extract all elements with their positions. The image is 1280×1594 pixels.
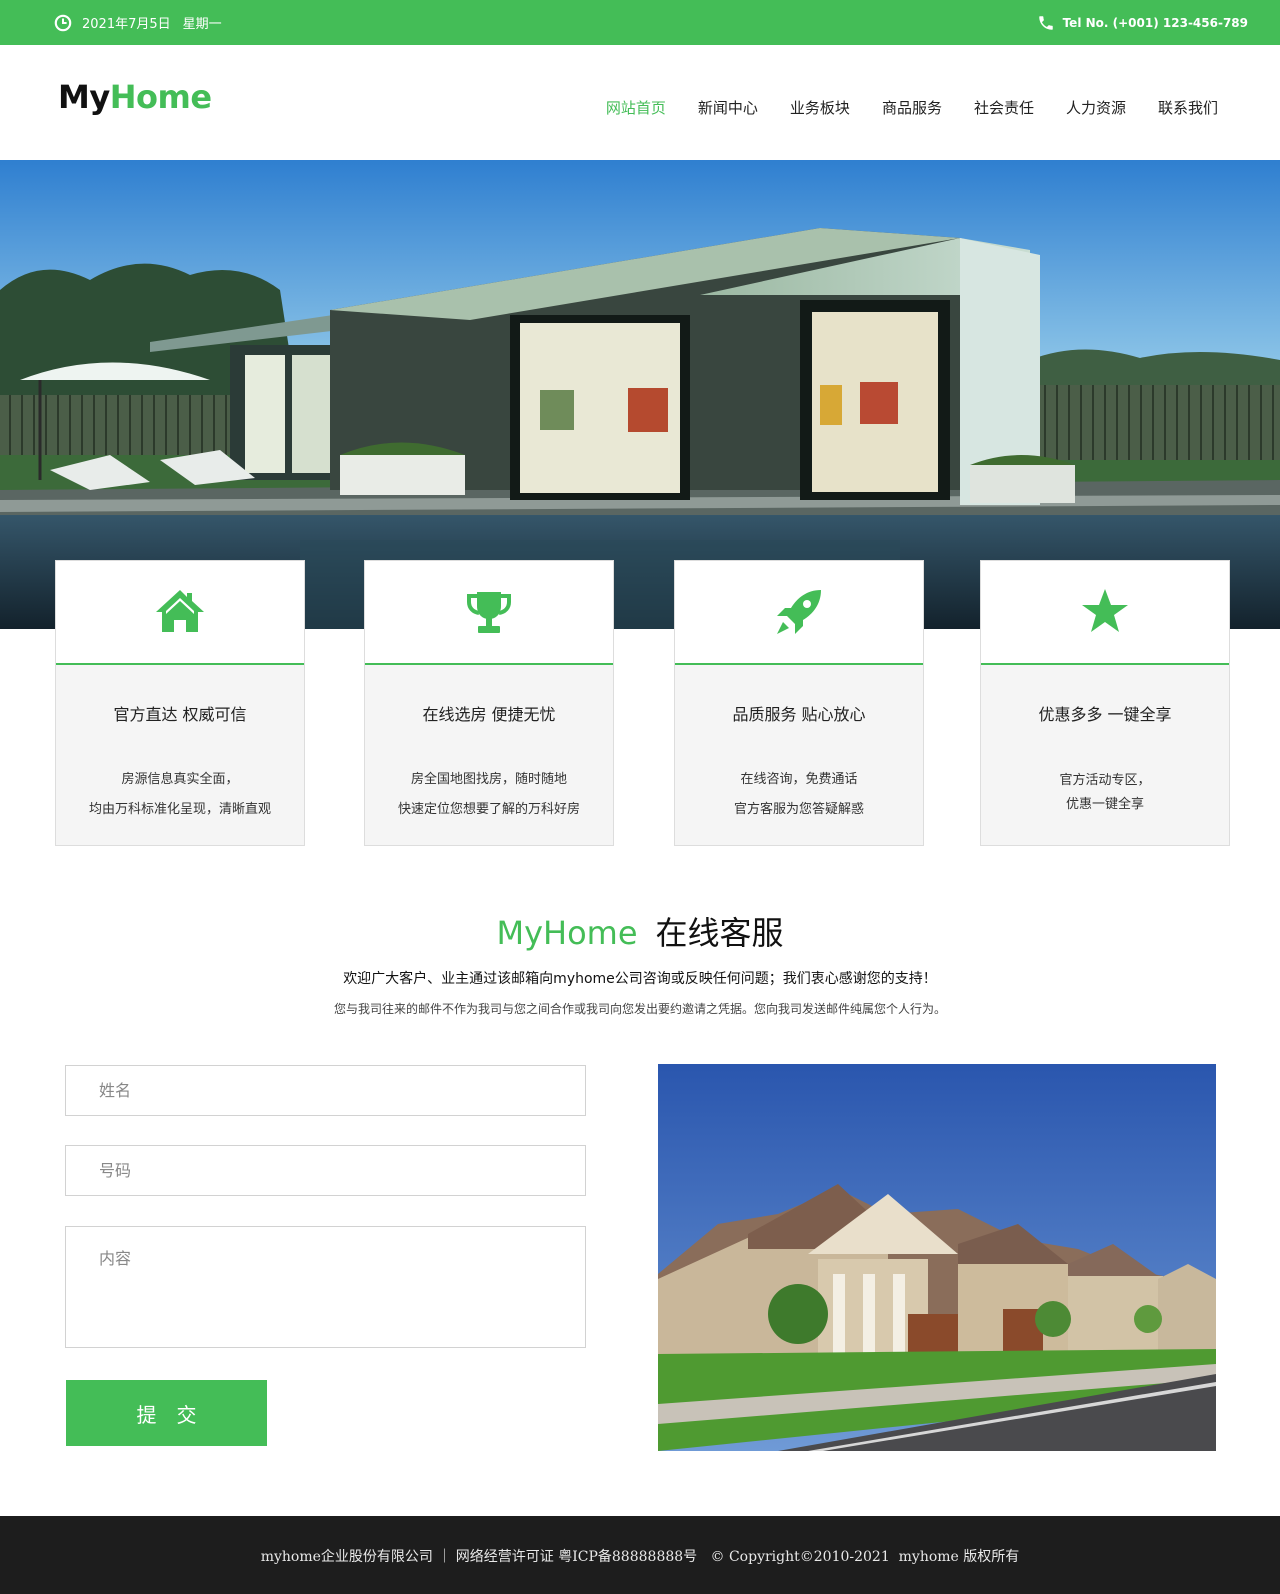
main-nav: 网站首页 新闻中心 业务板块 商品服务 社会责任 人力资源 联系我们 <box>606 97 1218 118</box>
feature-description-line: 房源信息真实全面， <box>121 772 239 787</box>
content-textarea[interactable] <box>65 1226 586 1348</box>
site-footer: myhome企业股份有限公司 ｜ 网络经营许可证 粤ICP备88888888号 … <box>0 1516 1280 1594</box>
service-title-text: 在线客服 <box>655 914 784 952</box>
site-header: MyHome 网站首页 新闻中心 业务板块 商品服务 社会责任 人力资源 联系我… <box>0 45 1280 160</box>
nav-item-business[interactable]: 业务板块 <box>790 97 850 118</box>
house-photo <box>658 1064 1216 1451</box>
nav-item-products[interactable]: 商品服务 <box>882 97 942 118</box>
rocket-icon <box>777 590 821 634</box>
home-icon <box>156 590 204 632</box>
hero-banner <box>0 160 1280 629</box>
feature-description-line: 快速定位您想要了解的万科好房 <box>397 802 580 817</box>
date-display: 2021年7月5日 星期一 <box>54 13 222 32</box>
feature-card-discounts[interactable]: 优惠多多 一键全享 官方活动专区， 优惠一键全享 <box>980 560 1230 846</box>
feature-description-line: 官方客服为您答疑解惑 <box>733 802 864 817</box>
feature-icon-area <box>675 561 923 665</box>
feature-title: 优惠多多 一键全享 <box>1038 705 1172 724</box>
trophy-icon <box>467 592 511 633</box>
tel-display: Tel No. (+001) 123-456-789 <box>1037 14 1248 32</box>
feature-description: 房全国地图找房，随时随地 快速定位您想要了解的万科好房 <box>365 765 613 825</box>
nav-item-hr[interactable]: 人力资源 <box>1066 97 1126 118</box>
feature-card-official[interactable]: 官方直达 权威可信 房源信息真实全面， 均由万科标准化呈现，清晰直观 <box>55 560 305 846</box>
feature-card-quality[interactable]: 品质服务 贴心放心 在线咨询，免费通话 官方客服为您答疑解惑 <box>674 560 924 846</box>
nav-item-home[interactable]: 网站首页 <box>606 97 666 118</box>
feature-description: 在线咨询，免费通话 官方客服为您答疑解惑 <box>675 765 923 825</box>
service-note: 您与我司往来的邮件不作为我司与您之间合作或我司向您发出要约邀请之凭据。您向我司发… <box>333 1002 946 1016</box>
submit-button[interactable]: 提交 <box>66 1380 267 1446</box>
weekday-text: 星期一 <box>182 17 222 32</box>
top-bar: 2021年7月5日 星期一 Tel No. (+001) 123-456-789 <box>0 0 1280 45</box>
feature-description: 房源信息真实全面， 均由万科标准化呈现，清晰直观 <box>56 765 304 825</box>
feature-description-line: 官方活动专区， <box>1059 773 1151 788</box>
feature-description: 官方活动专区， 优惠一键全享 <box>981 769 1229 817</box>
hero-house-illustration <box>0 160 1280 629</box>
site-logo[interactable]: MyHome <box>58 78 212 116</box>
star-icon <box>1082 589 1128 632</box>
service-title-brand: MyHome <box>496 914 638 952</box>
logo-part-my: My <box>58 78 110 116</box>
feature-description-line: 在线咨询，免费通话 <box>740 772 858 787</box>
phone-input[interactable] <box>65 1145 586 1196</box>
phone-icon <box>1038 16 1053 30</box>
feature-card-online[interactable]: 在线选房 便捷无忧 房全国地图找房，随时随地 快速定位您想要了解的万科好房 <box>364 560 614 846</box>
feature-icon-area <box>365 561 613 665</box>
nav-item-news[interactable]: 新闻中心 <box>698 97 758 118</box>
service-subtitle: 欢迎广大客户、业主通过该邮箱向myhome公司咨询或反映任何问题；我们衷心感谢您… <box>343 971 937 987</box>
name-input[interactable] <box>65 1065 586 1116</box>
feature-title: 官方直达 权威可信 <box>113 705 247 724</box>
feature-icon-area <box>56 561 304 665</box>
nav-item-responsibility[interactable]: 社会责任 <box>974 97 1034 118</box>
clock-icon <box>54 14 72 31</box>
service-title: MyHome 在线客服 <box>0 908 1280 954</box>
feature-description-line: 均由万科标准化呈现，清晰直观 <box>88 802 271 817</box>
feature-description-line: 房全国地图找房，随时随地 <box>410 772 567 787</box>
feature-title: 品质服务 贴心放心 <box>732 705 866 724</box>
suburban-house-illustration <box>658 1064 1216 1451</box>
feature-icon-area <box>981 561 1229 665</box>
tel-text: Tel No. (+001) 123-456-789 <box>1062 16 1248 30</box>
date-text: 2021年7月5日 <box>82 17 171 32</box>
footer-copyright: myhome企业股份有限公司 ｜ 网络经营许可证 粤ICP备88888888号 … <box>260 1549 1020 1565</box>
feature-description-line: 优惠一键全享 <box>1065 797 1144 812</box>
logo-part-home: Home <box>109 78 212 116</box>
nav-item-contact[interactable]: 联系我们 <box>1158 97 1218 118</box>
feature-title: 在线选房 便捷无忧 <box>422 705 556 724</box>
